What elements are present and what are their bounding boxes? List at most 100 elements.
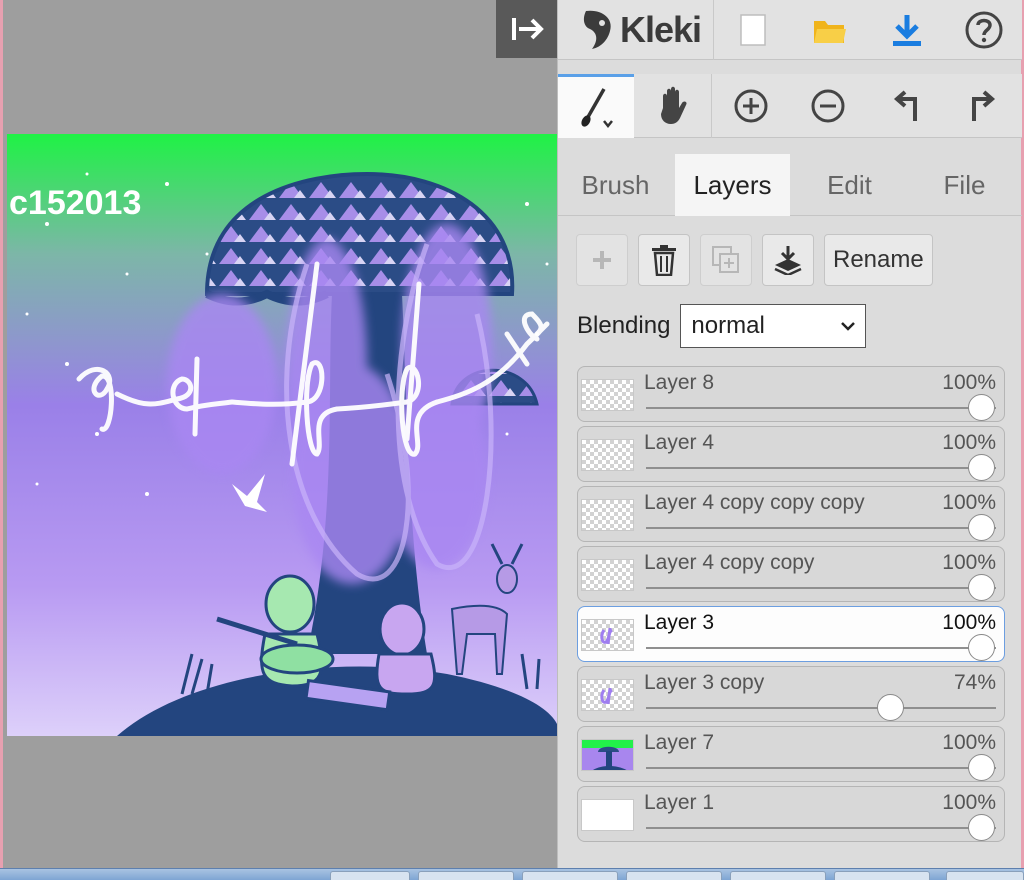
open-file-button[interactable]: [791, 0, 868, 59]
opacity-slider-track[interactable]: [646, 407, 996, 409]
layer-name: Layer 4 copy copy: [644, 551, 815, 574]
blending-label: Blending: [577, 312, 671, 339]
tab-file[interactable]: File: [907, 154, 1022, 216]
tab-brush[interactable]: Brush: [558, 154, 673, 216]
opacity-slider-handle[interactable]: [968, 454, 995, 481]
taskbar-item[interactable]: [946, 871, 1024, 880]
opacity-slider-handle[interactable]: [968, 634, 995, 661]
undo-icon: [893, 89, 917, 121]
layer-thumbnail: [581, 739, 634, 771]
tool-toolbar: [558, 74, 1022, 138]
opacity-slider-track[interactable]: [646, 827, 996, 829]
plus-icon: [593, 251, 611, 269]
chevron-down-icon: [841, 322, 856, 331]
panel-tabs: Brush Layers Edit File: [558, 154, 1022, 216]
undo-button[interactable]: [867, 74, 945, 137]
opacity-slider-handle[interactable]: [968, 394, 995, 421]
opacity-slider-handle[interactable]: [968, 574, 995, 601]
new-file-icon: [739, 13, 766, 46]
zoom-in-button[interactable]: [712, 74, 790, 137]
help-icon: [965, 11, 1002, 48]
layer-row[interactable]: Layer 7 100%: [577, 726, 1005, 782]
layer-name: Layer 1: [644, 791, 715, 814]
zoom-in-icon: [734, 89, 768, 122]
duplicate-layer-button[interactable]: [700, 234, 752, 286]
side-panel: Kleki Brush Layers Edit File Rename Blen…: [557, 0, 1022, 868]
taskbar-item[interactable]: [626, 871, 722, 880]
kleki-logo-icon: [583, 10, 611, 49]
opacity-slider-track[interactable]: [646, 587, 996, 589]
layer-row[interactable]: Layer 3 100%: [577, 606, 1005, 662]
tab-layers[interactable]: Layers: [675, 154, 790, 216]
layer-opacity: 74%: [953, 671, 996, 694]
canvas-stage[interactable]: c152013: [3, 0, 557, 868]
layer-opacity: 100%: [942, 371, 996, 394]
tab-edit[interactable]: Edit: [792, 154, 907, 216]
layer-name: Layer 3 copy: [644, 671, 765, 694]
merge-down-icon: [774, 246, 802, 275]
taskbar-item[interactable]: [330, 871, 410, 880]
layer-row[interactable]: Layer 8 100%: [577, 366, 1005, 422]
opacity-slider-handle[interactable]: [968, 514, 995, 541]
brush-tool-button[interactable]: [558, 74, 634, 138]
new-image-button[interactable]: [714, 0, 791, 59]
layer-row[interactable]: Layer 4 copy copy 100%: [577, 546, 1005, 602]
taskbar-item[interactable]: [418, 871, 514, 880]
drawing-canvas[interactable]: c152013: [7, 134, 557, 736]
layer-name: Layer 8: [644, 371, 715, 394]
zoom-out-button[interactable]: [790, 74, 868, 137]
help-button[interactable]: [945, 0, 1022, 59]
layer-toolbar: Rename: [576, 234, 933, 286]
blending-select[interactable]: normal: [680, 304, 867, 348]
layer-row[interactable]: Layer 4 100%: [577, 426, 1005, 482]
layer-list: Layer 8 100% Layer 4 100% Layer 4 copy copy …: [577, 366, 1005, 846]
layer-row[interactable]: Layer 4 copy copy copy 100%: [577, 486, 1005, 542]
opacity-slider-track[interactable]: [646, 647, 996, 649]
app-logo[interactable]: Kleki: [558, 0, 714, 60]
hand-tool-button[interactable]: [634, 74, 712, 138]
layer-opacity: 100%: [942, 431, 996, 454]
layer-opacity: 100%: [942, 791, 996, 814]
download-icon: [892, 14, 921, 46]
duplicate-icon: [712, 246, 739, 273]
blending-value: normal: [691, 312, 765, 339]
layer-thumbnail: [581, 559, 634, 591]
opacity-slider-handle[interactable]: [968, 754, 995, 781]
merge-down-button[interactable]: [762, 234, 814, 286]
delete-layer-button[interactable]: [638, 234, 690, 286]
zoom-out-icon: [811, 89, 845, 122]
trash-icon: [652, 245, 676, 276]
layer-thumbnail: [581, 679, 634, 711]
opacity-slider-handle[interactable]: [877, 694, 904, 721]
layer-row[interactable]: Layer 3 copy 74%: [577, 666, 1005, 722]
layer-name: Layer 3: [644, 611, 715, 634]
app-name: Kleki: [620, 9, 702, 50]
layer-opacity: 100%: [942, 551, 996, 574]
add-layer-button[interactable]: [576, 234, 628, 286]
rename-layer-button[interactable]: Rename: [824, 234, 933, 286]
opacity-slider-track[interactable]: [646, 467, 996, 469]
layer-thumbnail: [581, 379, 634, 411]
collapse-panel-button[interactable]: [496, 0, 557, 58]
opacity-slider-handle[interactable]: [968, 814, 995, 841]
top-toolbar: Kleki: [558, 0, 1022, 60]
layer-thumbnail: [581, 799, 634, 831]
opacity-slider-track[interactable]: [646, 767, 996, 769]
opacity-slider-track[interactable]: [646, 707, 996, 709]
canvas-overlay-text: c152013: [9, 184, 141, 222]
layer-thumbnail: [581, 619, 634, 651]
taskbar-item[interactable]: [522, 871, 618, 880]
taskbar-item[interactable]: [730, 871, 826, 880]
download-button[interactable]: [868, 0, 945, 59]
layer-row[interactable]: Layer 1 100%: [577, 786, 1005, 842]
layer-opacity: 100%: [942, 611, 996, 634]
opacity-slider-track[interactable]: [646, 527, 996, 529]
taskbar-item[interactable]: [834, 871, 930, 880]
layer-opacity: 100%: [942, 731, 996, 754]
redo-icon: [972, 89, 996, 121]
layer-opacity: 100%: [942, 491, 996, 514]
layer-name: Layer 7: [644, 731, 715, 754]
collapse-arrow-icon: [512, 18, 544, 40]
redo-button[interactable]: [945, 74, 1023, 137]
layer-name: Layer 4 copy copy copy: [644, 491, 865, 514]
